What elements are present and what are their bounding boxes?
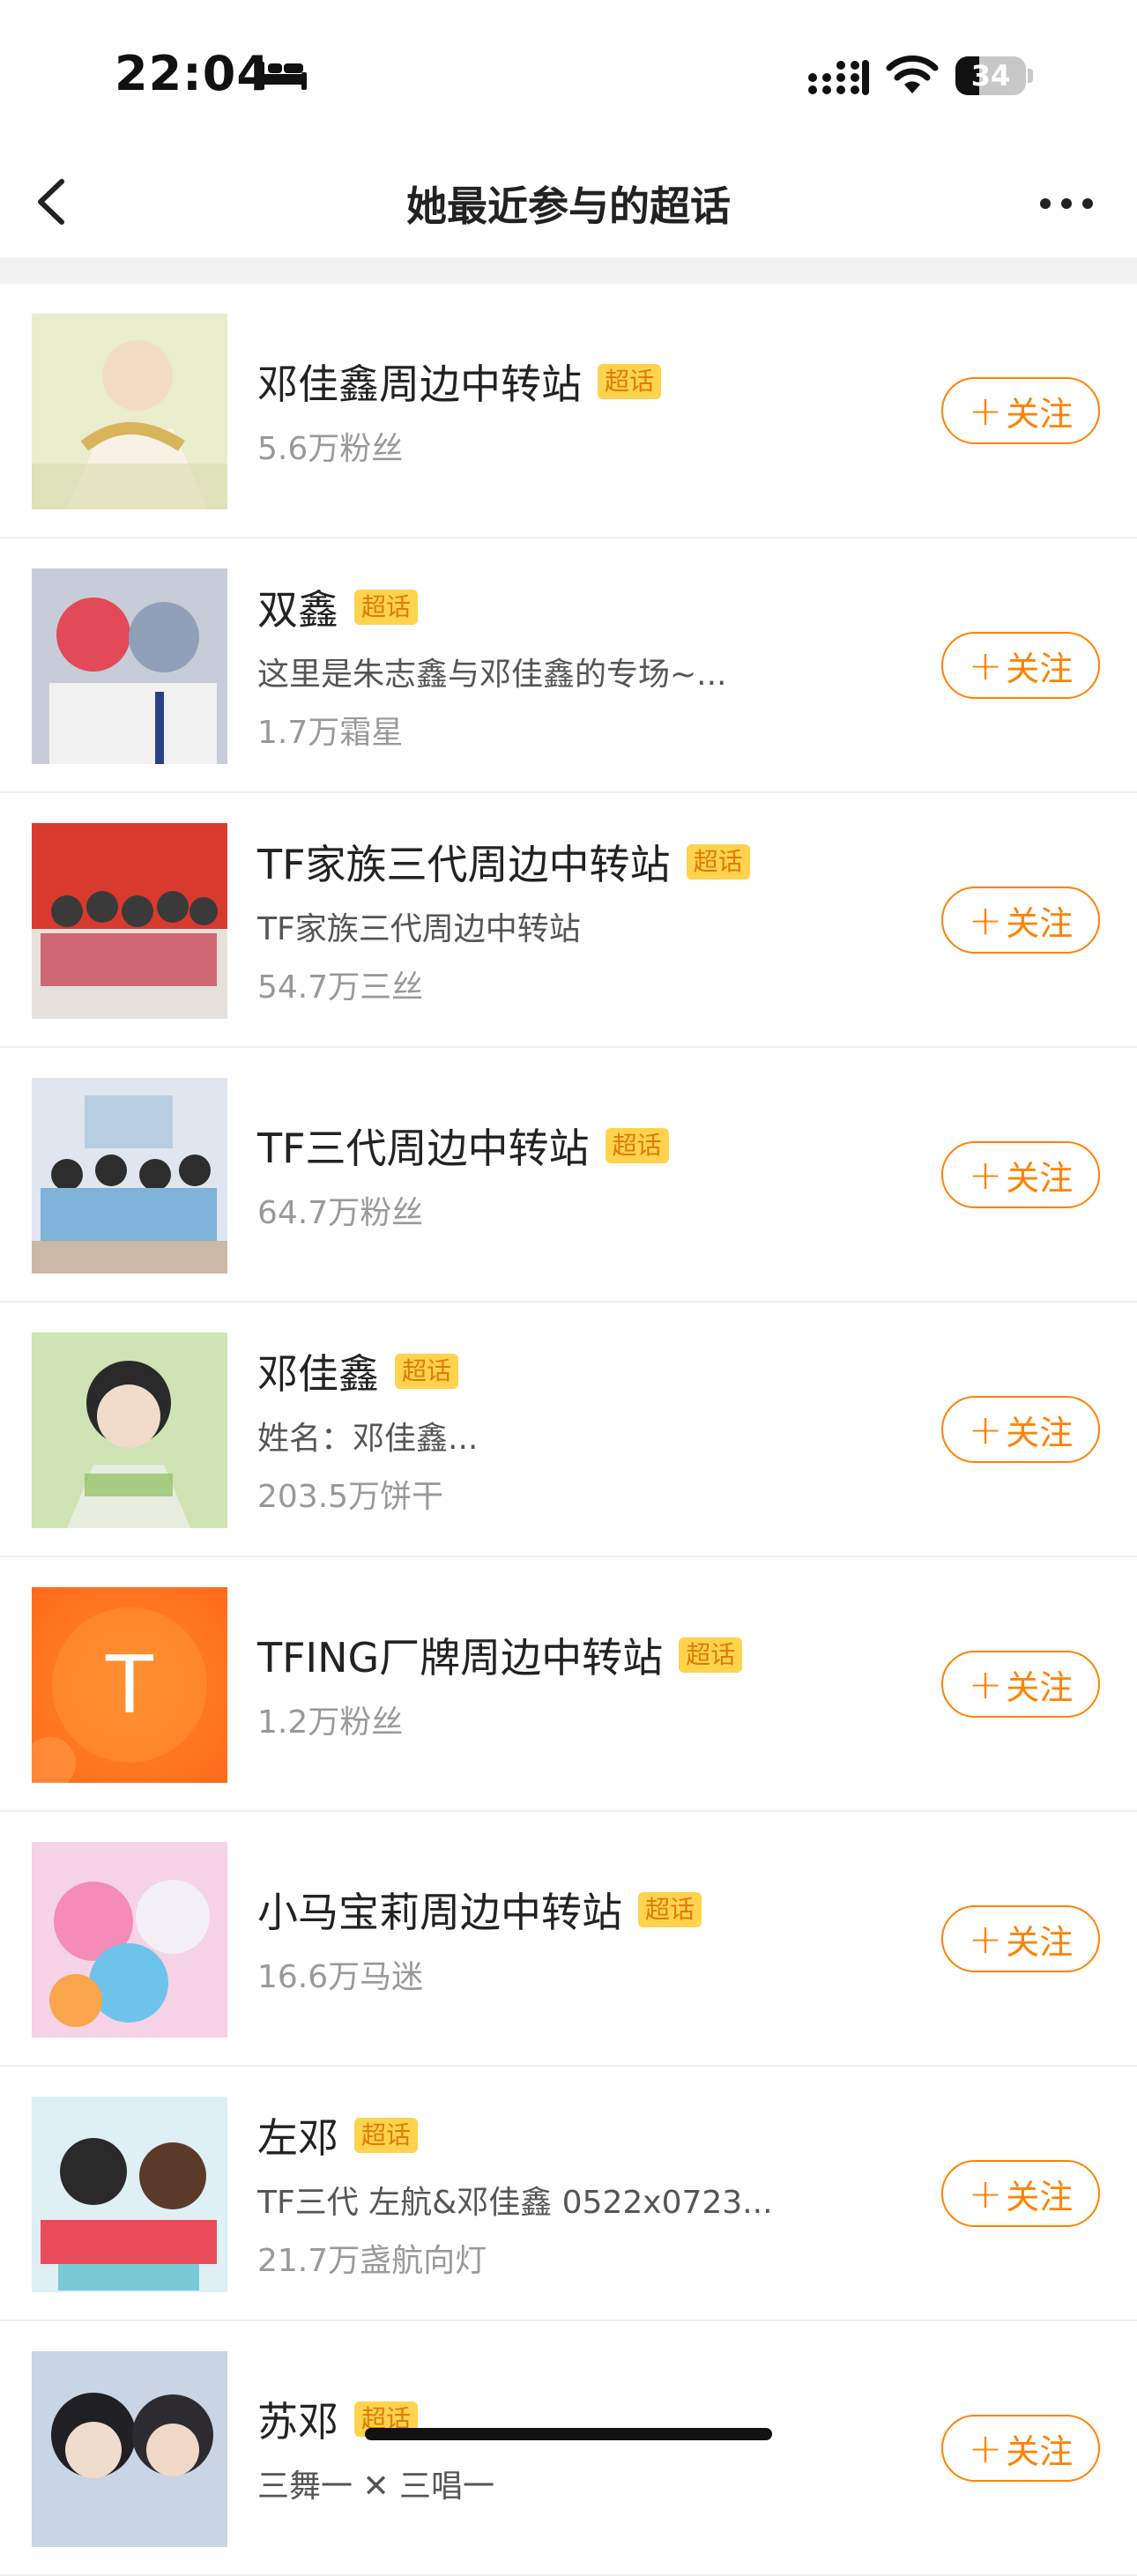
page-title: 她最近参与的超话 [406,182,731,230]
topic-title[interactable]: 邓佳鑫周边中转站 [257,353,582,411]
home-indicator[interactable] [365,2428,772,2440]
plus-icon: + [968,1915,1003,1963]
topic-follower-count: 54.7万三丝 [257,969,424,1006]
super-topic-item[interactable]: 邓佳鑫周边中转站 超话 5.6万粉丝 + 关注 [0,284,1137,538]
plus-icon: + [968,642,1003,689]
cellular-signal-icon [808,60,869,95]
topic-follower-count: 203.5万饼干 [257,1478,444,1515]
super-topic-item[interactable]: T TFING厂牌周边中转站 超话 1.2万粉丝 + 关注 [0,1557,1137,1812]
topic-description: 姓名：邓佳鑫... [257,1420,479,1457]
follow-button-label: 关注 [1006,1922,1074,1962]
topic-title[interactable]: 苏邓 [257,2390,338,2448]
topic-avatar[interactable] [32,568,227,764]
topic-title[interactable]: TF三代周边中转站 [257,1117,590,1175]
topic-avatar[interactable] [32,2351,227,2547]
plus-icon: + [968,1660,1003,1708]
topic-title[interactable]: 小马宝莉周边中转站 [257,1881,622,1939]
topic-description: TF三代 左航&邓佳鑫 0522x0723... [257,2184,773,2221]
follow-button-label: 关注 [1006,903,1074,943]
topic-title[interactable]: TFING厂牌周边中转站 [257,1626,663,1684]
follow-button[interactable]: + 关注 [941,1905,1100,1972]
follow-button-label: 关注 [1006,1158,1074,1198]
topic-avatar[interactable] [32,1333,227,1528]
super-topic-badge: 超话 [354,2117,419,2153]
follow-button[interactable]: + 关注 [941,632,1100,699]
topic-avatar[interactable] [32,823,227,1019]
super-topic-item[interactable]: 双鑫 超话 这里是朱志鑫与邓佳鑫的专场~... 1.7万霜星 + 关注 [0,538,1137,793]
topic-follower-count: 1.7万霜星 [257,714,404,751]
super-topic-badge: 超话 [686,843,750,880]
super-topic-item[interactable]: 小马宝莉周边中转站 超话 16.6万马迷 + 关注 [0,1812,1137,2067]
super-topic-item[interactable]: 左邓 超话 TF三代 左航&邓佳鑫 0522x0723... 21.7万盏航向灯… [0,2067,1137,2321]
topic-avatar[interactable] [32,2097,227,2292]
topic-follower-count: 5.6万粉丝 [257,430,404,467]
follow-button[interactable]: + 关注 [941,1141,1100,1208]
super-topic-item[interactable]: 苏邓 超话 三舞一 ✕ 三唱一 + 关注 [0,2321,1137,2576]
super-topic-item[interactable]: 邓佳鑫 超话 姓名：邓佳鑫... 203.5万饼干 + 关注 [0,1303,1137,1557]
section-divider [0,257,1137,284]
super-topic-list: 邓佳鑫周边中转站 超话 5.6万粉丝 + 关注 双鑫 超话 这里是朱志鑫与邓佳鑫… [0,284,1137,2576]
more-options-icon[interactable] [1031,182,1102,226]
wifi-icon [886,55,939,93]
follow-button[interactable]: + 关注 [941,1651,1100,1718]
topic-title[interactable]: 邓佳鑫 [257,1342,379,1400]
plus-icon: + [968,387,1003,434]
svg-text:T: T [104,1637,156,1731]
status-time: 22:04 [115,46,271,101]
follow-button[interactable]: + 关注 [941,1396,1100,1463]
topic-follower-count: 21.7万盏航向灯 [257,2242,487,2279]
super-topic-badge: 超话 [638,1891,702,1927]
status-bar: 22:04 34 [0,0,1137,150]
super-topic-badge: 超话 [598,363,662,399]
follow-button-label: 关注 [1006,394,1074,434]
super-topic-badge: 超话 [354,589,419,625]
battery-indicator: 34 [955,56,1033,95]
super-topic-item[interactable]: TF家族三代周边中转站 超话 TF家族三代周边中转站 54.7万三丝 + 关注 [0,793,1137,1048]
nav-bar: 她最近参与的超话 [0,150,1137,256]
super-topic-badge: 超话 [679,1637,743,1673]
super-topic-item[interactable]: TF三代周边中转站 超话 64.7万粉丝 + 关注 [0,1048,1137,1303]
topic-avatar[interactable] [32,1078,227,1273]
follow-button[interactable]: + 关注 [941,2415,1100,2482]
plus-icon: + [968,896,1003,944]
topic-follower-count: 16.6万马迷 [257,1958,424,1995]
follow-button[interactable]: + 关注 [941,377,1100,444]
topic-follower-count: 1.2万粉丝 [257,1704,404,1741]
plus-icon: + [968,2424,1003,2472]
follow-button-label: 关注 [1006,1413,1074,1452]
battery-percent: 34 [970,59,1011,93]
topic-avatar[interactable] [32,314,227,509]
topic-avatar[interactable] [32,1842,227,2038]
super-topic-badge: 超话 [395,1353,459,1389]
topic-description: 这里是朱志鑫与邓佳鑫的专场~... [257,656,727,693]
super-topic-badge: 超话 [605,1127,669,1163]
follow-button[interactable]: + 关注 [941,887,1100,954]
follow-button-label: 关注 [1006,2431,1074,2471]
plus-icon: + [968,2170,1003,2217]
follow-button-label: 关注 [1006,1667,1074,1707]
topic-description: TF家族三代周边中转站 [257,910,581,947]
follow-button[interactable]: + 关注 [941,2160,1100,2227]
topic-follower-count: 64.7万粉丝 [257,1194,424,1231]
plus-icon: + [968,1151,1003,1199]
topic-avatar[interactable]: T [32,1587,227,1783]
plus-icon: + [968,1406,1003,1453]
follow-button-label: 关注 [1006,2177,1074,2216]
topic-title[interactable]: TF家族三代周边中转站 [257,833,671,891]
topic-title[interactable]: 双鑫 [257,578,338,636]
follow-button-label: 关注 [1006,649,1074,688]
topic-description: 三舞一 ✕ 三唱一 [257,2468,495,2505]
topic-title[interactable]: 左邓 [257,2106,338,2164]
sleep-focus-icon [259,62,307,90]
